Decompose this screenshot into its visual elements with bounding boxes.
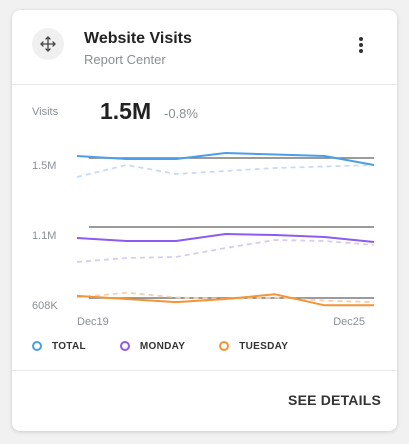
y-tick-label: 1.5M: [32, 160, 56, 172]
y-tick-label: 1.1M: [32, 230, 56, 242]
legend-label: MONDAY: [139, 340, 186, 352]
more-options-button[interactable]: [351, 34, 371, 56]
legend-circle-icon: [119, 341, 130, 351]
metric-label: Visits: [32, 106, 59, 118]
footer-divider: [12, 370, 397, 371]
legend-item-total[interactable]: TOTAL: [32, 341, 86, 352]
metric-change: -0.8%: [164, 106, 198, 121]
website-visits-widget: Website Visits Report Center Visits 1.5M…: [12, 10, 397, 431]
see-details-button[interactable]: SEE DETAILS: [288, 392, 381, 408]
drag-handle-button[interactable]: [32, 28, 64, 60]
widget-title: Website Visits: [84, 30, 192, 47]
move-arrows-icon: [40, 36, 56, 52]
series-line-tuesday: [76, 293, 374, 307]
header-divider: [12, 84, 397, 85]
legend-circle-icon: [32, 341, 42, 351]
comparison-series-line: [76, 239, 375, 263]
legend-label: TOTAL: [52, 340, 86, 352]
comparison-series-line: [76, 164, 375, 178]
chart-legend: TOTAL MONDAY TUESDAY: [32, 338, 322, 354]
more-vertical-icon: [359, 37, 363, 53]
visits-line-chart: 1.5M 1.1M 608K Dec19 Dec25: [32, 152, 375, 328]
widget-subtitle: Report Center: [84, 52, 166, 67]
metric-value: 1.5M: [100, 98, 152, 124]
y-tick-label: 608K: [32, 300, 58, 312]
series-line-total: [76, 152, 375, 166]
legend-item-tuesday[interactable]: TUESDAY: [219, 341, 288, 352]
x-tick-label: Dec25: [333, 316, 365, 328]
legend-item-monday[interactable]: MONDAY: [119, 340, 186, 352]
legend-circle-icon: [219, 341, 230, 351]
x-tick-label: Dec19: [77, 316, 109, 328]
legend-label: TUESDAY: [239, 340, 289, 352]
